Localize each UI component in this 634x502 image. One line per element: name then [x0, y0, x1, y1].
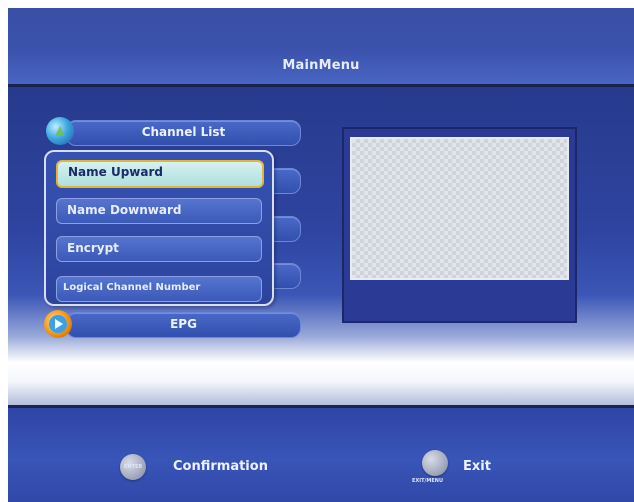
- submenu-item-name-downward[interactable]: Name Downward: [56, 198, 262, 224]
- video-preview: [350, 137, 569, 280]
- menu-item-channel-list[interactable]: Channel List: [66, 120, 301, 146]
- header-bar: MainMenu: [8, 8, 634, 86]
- submenu-item-label: Encrypt: [67, 241, 119, 255]
- globe-icon: [46, 117, 74, 145]
- enter-icon-label: ENTER: [124, 464, 143, 470]
- menu-item-epg[interactable]: EPG: [66, 312, 301, 338]
- submenu-item-encrypt[interactable]: Encrypt: [56, 236, 262, 262]
- submenu-item-label: Name Downward: [67, 203, 182, 217]
- page-title: MainMenu: [282, 58, 360, 73]
- menu-item-label: EPG: [170, 317, 197, 331]
- play-icon: [44, 310, 72, 338]
- submenu-item-logical-channel-number[interactable]: Logical Channel Number: [56, 276, 262, 302]
- confirmation-label[interactable]: Confirmation: [173, 459, 268, 474]
- submenu-item-label: Logical Channel Number: [63, 282, 201, 293]
- exit-label[interactable]: Exit: [463, 459, 491, 474]
- menu-item-label: Channel List: [141, 125, 226, 139]
- exit-icon-label: EXIT/MENU: [412, 478, 444, 484]
- submenu-item-name-upward[interactable]: Name Upward: [56, 160, 264, 188]
- exit-button-icon[interactable]: [422, 450, 448, 476]
- sort-submenu: Name Upward Name Downward Encrypt Logica…: [44, 150, 274, 306]
- preview-panel: [342, 127, 577, 323]
- submenu-item-label: Name Upward: [68, 165, 163, 179]
- screen: MainMenu Channel List EPG Name Upward Na…: [0, 0, 634, 502]
- footer-bar: [8, 408, 634, 502]
